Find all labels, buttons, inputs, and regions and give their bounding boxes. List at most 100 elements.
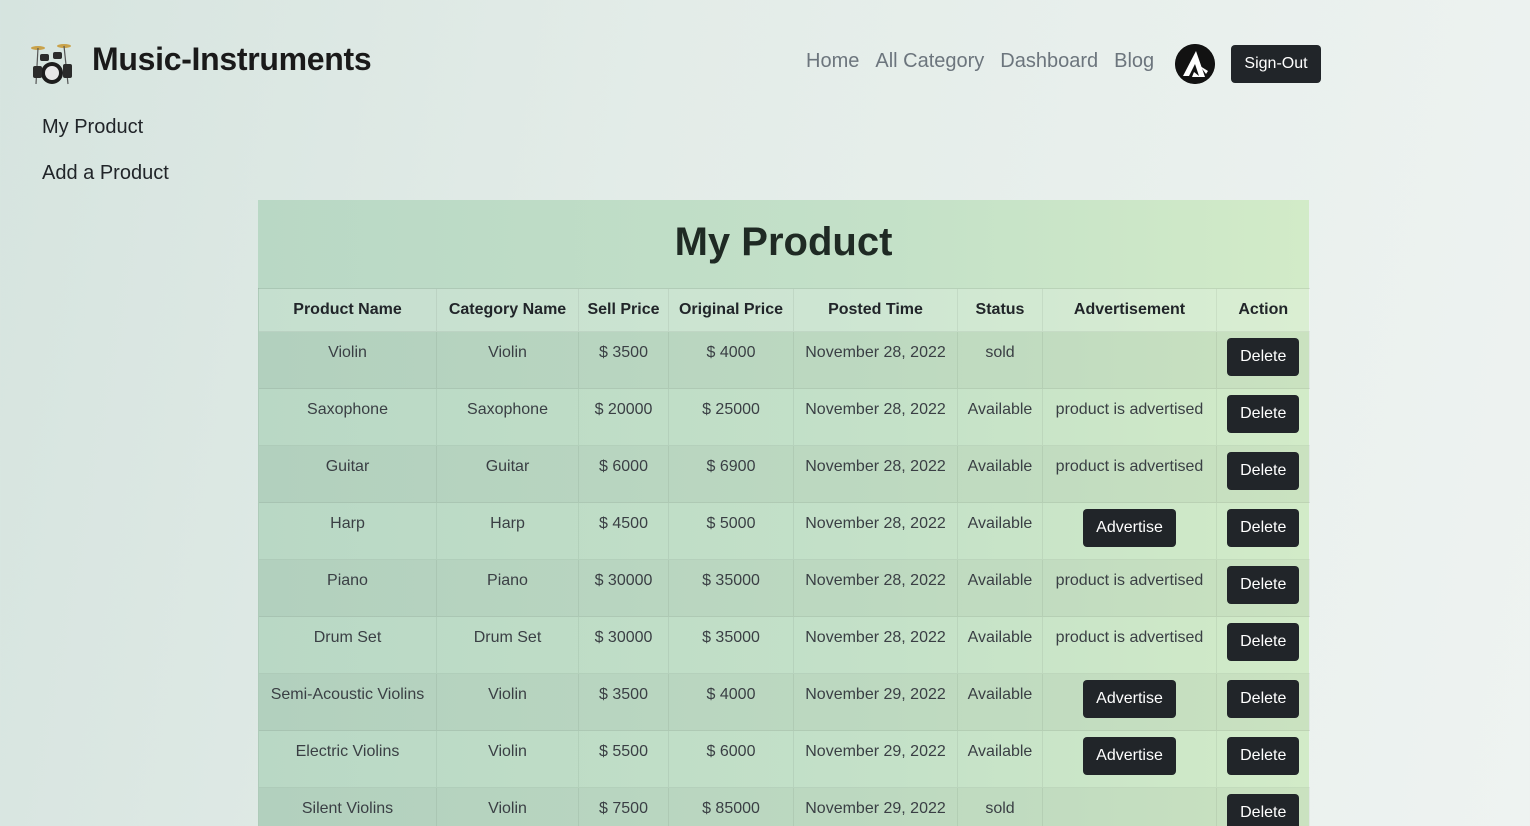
- column-header: Advertisement: [1042, 288, 1217, 332]
- status-cell: sold: [957, 331, 1043, 389]
- posted-time-cell: November 28, 2022: [793, 502, 958, 560]
- action-cell: Delete: [1216, 616, 1310, 674]
- posted-time-cell: November 28, 2022: [793, 616, 958, 674]
- status-cell: Available: [957, 673, 1043, 731]
- action-cell: Delete: [1216, 559, 1310, 617]
- table-row: Drum Set Drum Set $ 30000 $ 35000 November 2…: [258, 616, 1310, 674]
- status-cell: sold: [957, 787, 1043, 826]
- posted-time-cell: November 28, 2022: [793, 559, 958, 617]
- sell-price-cell: $ 4500: [578, 502, 669, 560]
- delete-button[interactable]: Delete: [1227, 395, 1300, 433]
- sell-price-cell: $ 3500: [578, 673, 669, 731]
- sell-price-cell: $ 30000: [578, 616, 669, 674]
- table-row: Semi-Acoustic Violins Violin $ 3500 $ 4000 N…: [258, 673, 1310, 731]
- delete-button[interactable]: Delete: [1227, 794, 1300, 826]
- column-header: Category Name: [436, 288, 579, 332]
- original-price-cell: $ 85000: [668, 787, 794, 826]
- original-price-cell: $ 5000: [668, 502, 794, 560]
- delete-button[interactable]: Delete: [1227, 566, 1300, 604]
- table-row: Guitar Guitar $ 6000 $ 6900 November 28, 202…: [258, 445, 1310, 503]
- category-name-cell: Violin: [436, 673, 579, 731]
- posted-time-cell: November 29, 2022: [793, 673, 958, 731]
- category-name-cell: Violin: [436, 331, 579, 389]
- advertisement-cell: product is advertised: [1042, 616, 1217, 674]
- action-cell: Delete: [1216, 730, 1310, 788]
- sell-price-cell: $ 6000: [578, 445, 669, 503]
- action-cell: Delete: [1216, 388, 1310, 446]
- original-price-cell: $ 6900: [668, 445, 794, 503]
- nav-links: Home All Category Dashboard Blog: [806, 47, 1154, 75]
- advertised-status-text: product is advertised: [1055, 572, 1204, 589]
- product-name-cell: Piano: [258, 559, 437, 617]
- advertisement-cell: product is advertised: [1042, 388, 1217, 446]
- advertised-status-text: product is advertised: [1055, 401, 1204, 418]
- column-header: Product Name: [258, 288, 437, 332]
- nav-all-category-link[interactable]: All Category: [875, 47, 984, 75]
- category-name-cell: Drum Set: [436, 616, 579, 674]
- drum-set-icon[interactable]: [28, 40, 76, 88]
- nav-blog-link[interactable]: Blog: [1114, 47, 1154, 75]
- table-row: Piano Piano $ 30000 $ 35000 November 28, 202…: [258, 559, 1310, 617]
- sell-price-cell: $ 30000: [578, 559, 669, 617]
- sidebar-item-my-product[interactable]: My Product: [42, 116, 143, 139]
- advertise-button[interactable]: Advertise: [1083, 737, 1176, 775]
- sidebar-item-add-product[interactable]: Add a Product: [42, 162, 169, 185]
- advertisement-cell: [1042, 787, 1217, 826]
- page-title: My Product: [674, 220, 893, 264]
- products-table: Product Name Category Name Sell Price Or…: [258, 288, 1310, 826]
- column-header: Action: [1216, 288, 1310, 332]
- table-row: Violin Violin $ 3500 $ 4000 November 28, 202…: [258, 331, 1310, 389]
- product-name-cell: Violin: [258, 331, 437, 389]
- original-price-cell: $ 35000: [668, 559, 794, 617]
- sell-price-cell: $ 7500: [578, 787, 669, 826]
- posted-time-cell: November 28, 2022: [793, 388, 958, 446]
- sell-price-cell: $ 5500: [578, 730, 669, 788]
- delete-button[interactable]: Delete: [1227, 737, 1300, 775]
- original-price-cell: $ 6000: [668, 730, 794, 788]
- product-name-cell: Drum Set: [258, 616, 437, 674]
- original-price-cell: $ 25000: [668, 388, 794, 446]
- my-product-panel: My Product Product Name Category Name Se…: [258, 200, 1310, 826]
- sell-price-cell: $ 20000: [578, 388, 669, 446]
- table-row: Silent Violins Violin $ 7500 $ 85000 Novembe…: [258, 787, 1310, 826]
- category-name-cell: Harp: [436, 502, 579, 560]
- brand-title[interactable]: Music-Instruments: [92, 41, 372, 78]
- delete-button[interactable]: Delete: [1227, 623, 1300, 661]
- advertisement-cell: Advertise: [1042, 673, 1217, 731]
- table-header-row: Product Name Category Name Sell Price Or…: [258, 288, 1310, 332]
- advertisement-cell: product is advertised: [1042, 559, 1217, 617]
- table-row: Harp Harp $ 4500 $ 5000 November 28, 2022 Ava…: [258, 502, 1310, 560]
- sell-price-cell: $ 3500: [578, 331, 669, 389]
- status-cell: Available: [957, 502, 1043, 560]
- user-avatar-icon[interactable]: [1175, 44, 1215, 84]
- action-cell: Delete: [1216, 673, 1310, 731]
- advertisement-cell: product is advertised: [1042, 445, 1217, 503]
- action-cell: Delete: [1216, 502, 1310, 560]
- column-header: Posted Time: [793, 288, 958, 332]
- advertisement-cell: Advertise: [1042, 502, 1217, 560]
- action-cell: Delete: [1216, 331, 1310, 389]
- advertisement-cell: [1042, 331, 1217, 389]
- category-name-cell: Saxophone: [436, 388, 579, 446]
- posted-time-cell: November 29, 2022: [793, 787, 958, 826]
- advertised-status-text: product is advertised: [1055, 458, 1204, 475]
- advertise-button[interactable]: Advertise: [1083, 680, 1176, 718]
- navbar: Music-Instruments Home All Category Dash…: [0, 0, 1530, 120]
- category-name-cell: Violin: [436, 787, 579, 826]
- column-header: Original Price: [668, 288, 794, 332]
- delete-button[interactable]: Delete: [1227, 338, 1300, 376]
- posted-time-cell: November 28, 2022: [793, 445, 958, 503]
- delete-button[interactable]: Delete: [1227, 509, 1300, 547]
- advertised-status-text: product is advertised: [1055, 629, 1204, 646]
- delete-button[interactable]: Delete: [1227, 452, 1300, 490]
- nav-dashboard-link[interactable]: Dashboard: [1000, 47, 1098, 75]
- product-name-cell: Silent Violins: [258, 787, 437, 826]
- sign-out-button[interactable]: Sign-Out: [1231, 45, 1321, 83]
- nav-home-link[interactable]: Home: [806, 47, 859, 75]
- original-price-cell: $ 4000: [668, 673, 794, 731]
- advertisement-cell: Advertise: [1042, 730, 1217, 788]
- status-cell: Available: [957, 616, 1043, 674]
- action-cell: Delete: [1216, 787, 1310, 826]
- advertise-button[interactable]: Advertise: [1083, 509, 1176, 547]
- delete-button[interactable]: Delete: [1227, 680, 1300, 718]
